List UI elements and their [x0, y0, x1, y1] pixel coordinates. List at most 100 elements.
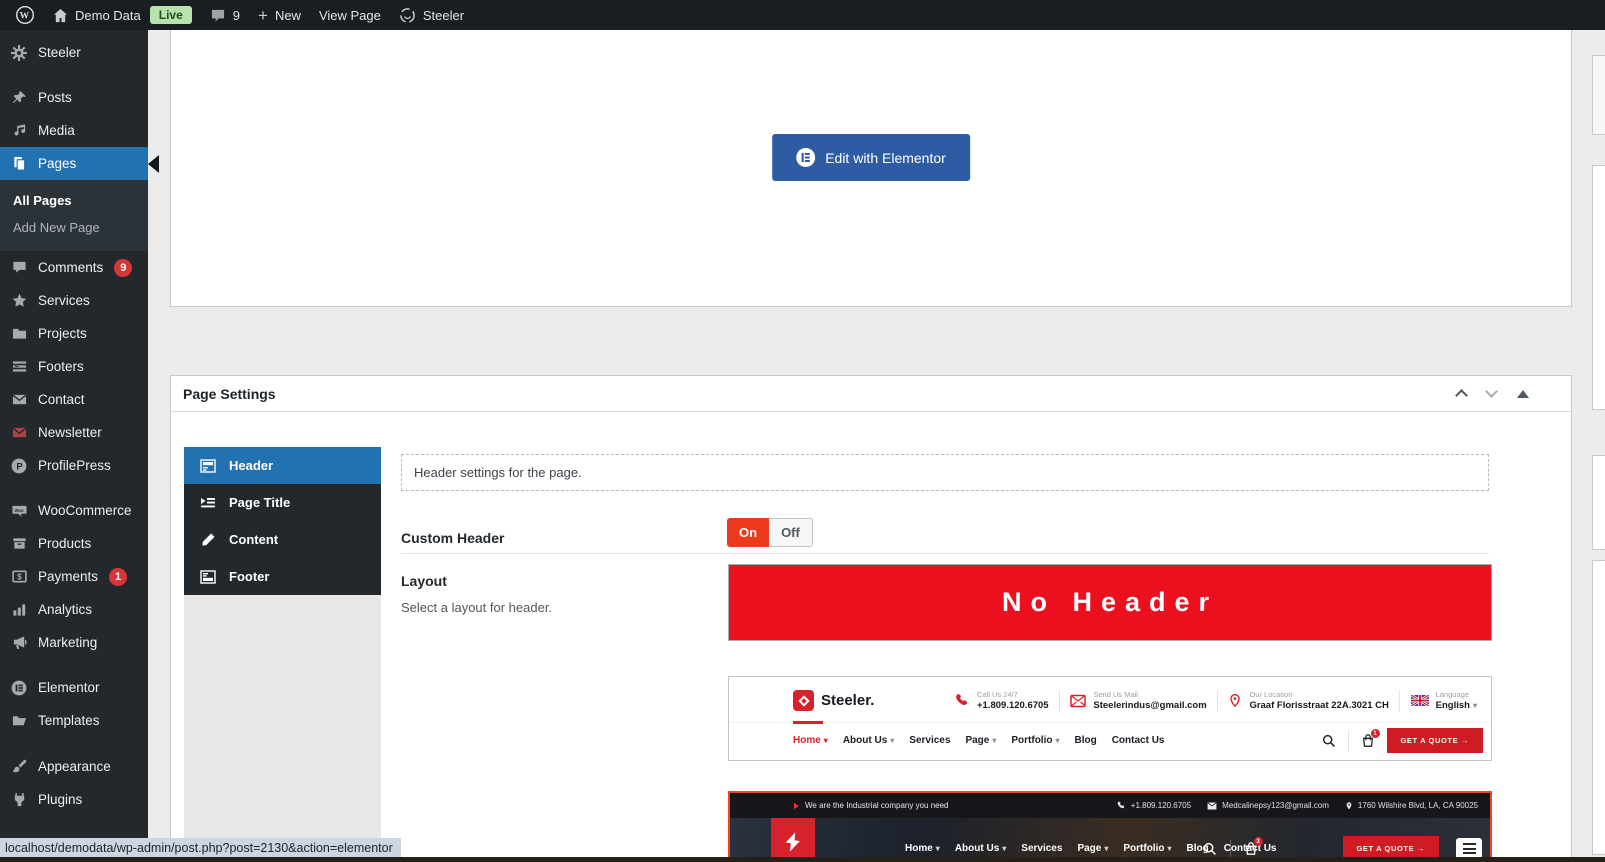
cart-icon: 3	[1244, 841, 1258, 856]
tab-label: Page Title	[229, 495, 290, 510]
nav-portfolio: Portfolio	[1123, 843, 1171, 854]
sidebar-item-elementor[interactable]: Elementor	[0, 671, 148, 704]
tab-content[interactable]: Content	[184, 521, 381, 558]
site-name: Demo Data	[75, 8, 141, 23]
sidebar-item-woocommerce[interactable]: Woo WooCommerce	[0, 494, 148, 527]
contact-location: Our Location Graaf Florisstraat 22A.3021…	[1228, 690, 1388, 711]
sidebar-item-services[interactable]: Services	[0, 284, 148, 317]
layout-option-classic-header[interactable]: Steeler. Call Us 24/7 +1.809.120.6705	[728, 676, 1492, 761]
svg-text:$: $	[17, 572, 22, 582]
layout-description: Select a layout for header.	[401, 600, 552, 615]
nav-home: Home	[793, 735, 828, 746]
classic-logo-text: Steeler.	[821, 692, 874, 709]
cart-icon: 1	[1361, 733, 1375, 748]
tab-page-title[interactable]: Page Title	[184, 484, 381, 521]
tab-label: Content	[229, 532, 278, 547]
toggle-on-button[interactable]: On	[727, 518, 769, 547]
search-icon	[1322, 734, 1336, 748]
woocommerce-icon: Woo	[9, 503, 29, 518]
new-label: New	[275, 8, 301, 23]
comments-icon	[9, 260, 29, 275]
uk-flag-icon	[1411, 695, 1429, 706]
sidebar-item-label: Media	[38, 123, 75, 138]
truncated-panel	[1592, 165, 1605, 410]
steeler-logo-icon	[793, 690, 814, 711]
sidebar-item-steeler[interactable]: Steeler	[0, 36, 148, 69]
editor-area: Edit with Elementor	[170, 30, 1572, 307]
move-down-icon[interactable]	[1485, 385, 1498, 398]
tagline-marker-icon	[794, 803, 799, 809]
metabox-title: Page Settings	[183, 386, 276, 402]
steeler-mark-logo	[771, 818, 815, 862]
elementor-logo-icon	[796, 148, 815, 167]
sidebar-item-comments[interactable]: Comments 9	[0, 251, 148, 284]
site-name-menu[interactable]: Demo Data Live	[44, 0, 201, 30]
layout-option-no-header[interactable]: No Header	[728, 564, 1492, 641]
edit-with-elementor-button[interactable]: Edit with Elementor	[772, 134, 970, 181]
view-page-menu[interactable]: View Page	[310, 0, 390, 30]
sidebar-item-label: Projects	[38, 326, 87, 341]
footer-layout-icon	[199, 569, 217, 585]
sidebar-item-projects[interactable]: Projects	[0, 317, 148, 350]
comment-count: 9	[233, 8, 240, 23]
language-selector: Language English	[1411, 690, 1477, 711]
sidebar-item-label: Analytics	[38, 602, 92, 617]
tab-footer[interactable]: Footer	[184, 558, 381, 595]
sidebar-item-analytics[interactable]: Analytics	[0, 593, 148, 626]
layout-option-dark-header[interactable]: We are the Industrial company you need +…	[728, 791, 1492, 862]
contact-label: Our Location	[1249, 690, 1388, 699]
classic-logo: Steeler.	[793, 690, 941, 711]
admin-sidebar: Steeler Posts Media Pages All Pages Add …	[0, 30, 148, 862]
nav-contact-us: Contact Us	[1112, 735, 1165, 746]
profilepress-icon: P	[9, 458, 29, 474]
location-pin-icon	[1345, 801, 1353, 811]
submenu-add-new-page[interactable]: Add New Page	[0, 214, 148, 241]
search-icon	[1203, 842, 1217, 856]
classic-header-topbar: Steeler. Call Us 24/7 +1.809.120.6705	[729, 677, 1491, 723]
sidebar-item-pages[interactable]: Pages	[0, 147, 148, 180]
move-up-icon[interactable]	[1455, 389, 1468, 402]
sidebar-item-label: Newsletter	[38, 425, 102, 440]
svg-text:P: P	[16, 461, 23, 472]
comment-bubble-icon	[210, 8, 226, 23]
sidebar-item-payments[interactable]: $ Payments 1	[0, 560, 148, 593]
page-title-icon	[199, 495, 217, 511]
sidebar-item-templates[interactable]: Templates	[0, 704, 148, 737]
plus-icon: +	[258, 7, 268, 24]
contact-value: Steelerindus@gmail.com	[1093, 700, 1206, 711]
tab-label: Footer	[229, 569, 269, 584]
theme-name: Steeler	[423, 8, 464, 23]
sidebar-item-contact[interactable]: Contact	[0, 383, 148, 416]
sidebar-item-profilepress[interactable]: P ProfilePress	[0, 449, 148, 482]
tab-header[interactable]: Header	[184, 447, 381, 484]
truncated-panel	[1592, 560, 1605, 855]
toggle-off-button[interactable]: Off	[769, 518, 813, 547]
dark-header-topbar: We are the Industrial company you need +…	[730, 793, 1490, 818]
sidebar-item-media[interactable]: Media	[0, 114, 148, 147]
location-pin-icon	[1228, 693, 1242, 708]
theme-menu[interactable]: Steeler	[390, 0, 473, 30]
comments-menu[interactable]: 9	[201, 0, 249, 30]
toggle-panel-icon[interactable]	[1517, 390, 1529, 398]
sidebar-item-appearance[interactable]: Appearance	[0, 750, 148, 783]
truncated-panel	[1592, 455, 1605, 550]
wordpress-logo-menu[interactable]: W	[6, 0, 44, 30]
sidebar-item-marketing[interactable]: Marketing	[0, 626, 148, 659]
sidebar-item-footers[interactable]: Footers	[0, 350, 148, 383]
dark-header-topbar-contacts: +1.809.120.6705 Medcalinepsy123@gmail.co…	[1117, 801, 1478, 811]
nav-about-us: About Us	[843, 735, 894, 746]
new-menu[interactable]: + New	[249, 0, 310, 30]
submenu-all-pages[interactable]: All Pages	[0, 187, 148, 214]
newsletter-envelope-icon	[9, 425, 29, 440]
sidebar-item-plugins[interactable]: Plugins	[0, 783, 148, 816]
header-settings-description: Header settings for the page.	[401, 454, 1489, 491]
sidebar-item-newsletter[interactable]: Newsletter	[0, 416, 148, 449]
sidebar-item-products[interactable]: Products	[0, 527, 148, 560]
home-icon	[53, 8, 68, 23]
sidebar-item-label: WooCommerce	[38, 503, 132, 518]
contact-label: Send Us Mail	[1093, 690, 1206, 699]
payments-count-badge: 1	[109, 568, 127, 586]
sidebar-item-posts[interactable]: Posts	[0, 81, 148, 114]
envelope-icon	[9, 392, 29, 407]
gear-icon	[9, 45, 29, 61]
